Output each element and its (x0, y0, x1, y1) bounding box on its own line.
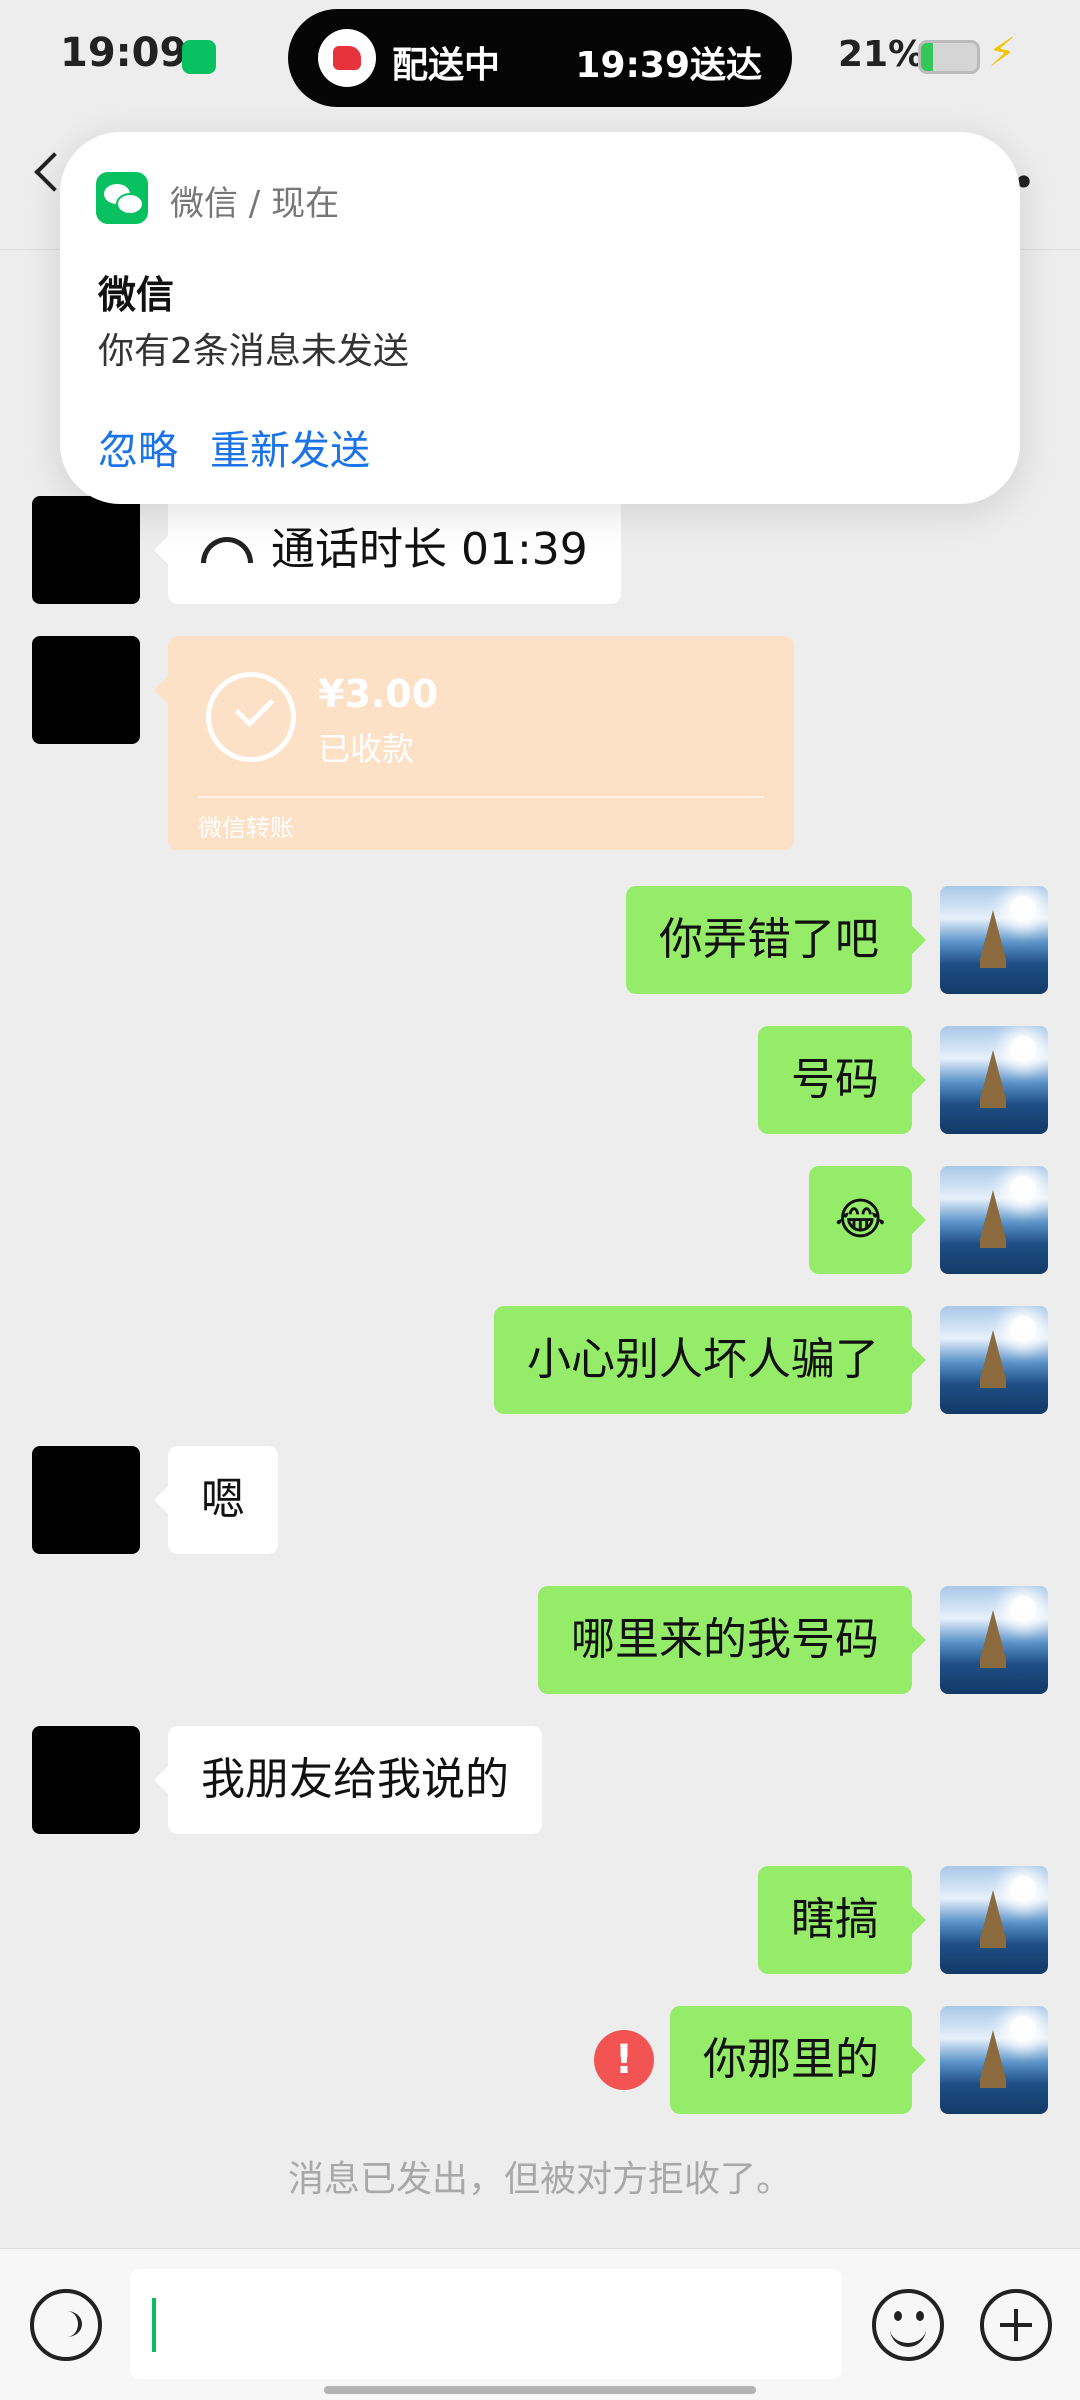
transfer-card[interactable]: ¥3.00 已收款 微信转账 (154, 636, 794, 850)
resend-button[interactable]: 重新发送 (210, 418, 370, 476)
contact-avatar[interactable] (32, 496, 140, 604)
delivery-live-activity[interactable]: 配送中 19:39送达 (288, 9, 792, 107)
call-duration-text: 通话时长 01:39 (271, 524, 588, 575)
received-message-bubble[interactable]: 嗯 (154, 1446, 278, 1554)
wechat-status-icon (182, 40, 216, 74)
status-bar: 19:09 配送中 19:39送达 21% ⚡ (0, 0, 1080, 118)
text-caret (152, 2298, 156, 2352)
status-time: 19:09 (60, 30, 188, 76)
laughing-crying-emoji-icon: 😂 (834, 1194, 886, 1245)
user-avatar[interactable] (940, 1166, 1048, 1274)
delivery-scooter-icon (318, 29, 376, 87)
user-avatar[interactable] (940, 886, 1048, 994)
delivery-status: 配送中 (392, 45, 501, 86)
sent-message-bubble[interactable]: 你弄错了吧 (626, 886, 926, 994)
message-list[interactable]: 通话时长 01:39 ¥3.00 已收款 微信转账 你弄错了吧 号码 😂 小心别… (0, 250, 1080, 2240)
received-message-bubble[interactable]: 我朋友给我说的 (154, 1726, 542, 1834)
ignore-button[interactable]: 忽略 (98, 418, 178, 476)
sent-message-bubble[interactable]: 瞎搞 (758, 1866, 926, 1974)
user-avatar[interactable] (940, 1866, 1048, 1974)
battery-icon (918, 40, 980, 74)
wechat-icon (96, 172, 148, 224)
user-avatar[interactable] (940, 2006, 1048, 2114)
transfer-amount: ¥3.00 (318, 672, 439, 716)
home-indicator[interactable] (324, 2386, 756, 2394)
check-circle-icon (206, 672, 296, 762)
user-avatar[interactable] (940, 1026, 1048, 1134)
sent-message-bubble[interactable]: 你那里的 (670, 2006, 926, 2114)
phone-hangup-icon (201, 537, 253, 563)
plus-icon[interactable] (980, 2289, 1052, 2361)
input-bar (0, 2248, 1080, 2400)
message-input[interactable] (130, 2269, 842, 2379)
user-avatar[interactable] (940, 1586, 1048, 1694)
contact-avatar[interactable] (32, 636, 140, 744)
contact-avatar[interactable] (32, 1446, 140, 1554)
notification-body: 你有2条消息未发送 (98, 331, 409, 372)
call-record-bubble[interactable]: 通话时长 01:39 (154, 496, 621, 604)
notification-banner[interactable]: 微信 / 现在 微信 你有2条消息未发送 忽略 重新发送 (60, 132, 1020, 504)
contact-avatar[interactable] (32, 1726, 140, 1834)
sent-message-bubble[interactable]: 哪里来的我号码 (538, 1586, 926, 1694)
battery-percent: 21% (838, 34, 925, 75)
transfer-footer: 微信转账 (198, 814, 294, 842)
emoji-icon[interactable] (872, 2289, 944, 2361)
sent-message-bubble[interactable]: 号码 (758, 1026, 926, 1134)
send-failed-icon[interactable]: ! (594, 2030, 654, 2090)
transfer-status: 已收款 (318, 730, 415, 768)
notification-title: 微信 (98, 273, 175, 317)
voice-icon[interactable] (30, 2289, 102, 2361)
user-avatar[interactable] (940, 1306, 1048, 1414)
sent-message-bubble[interactable]: 小心别人坏人骗了 (494, 1306, 926, 1414)
notification-source: 微信 / 现在 (170, 184, 340, 224)
transfer-divider (198, 796, 764, 798)
charging-bolt-icon: ⚡ (988, 30, 1017, 76)
system-note: 消息已发出，但被对方拒收了。 (287, 2159, 792, 2200)
sent-emoji-bubble[interactable]: 😂 (808, 1166, 927, 1274)
delivery-eta: 19:39送达 (575, 45, 762, 86)
